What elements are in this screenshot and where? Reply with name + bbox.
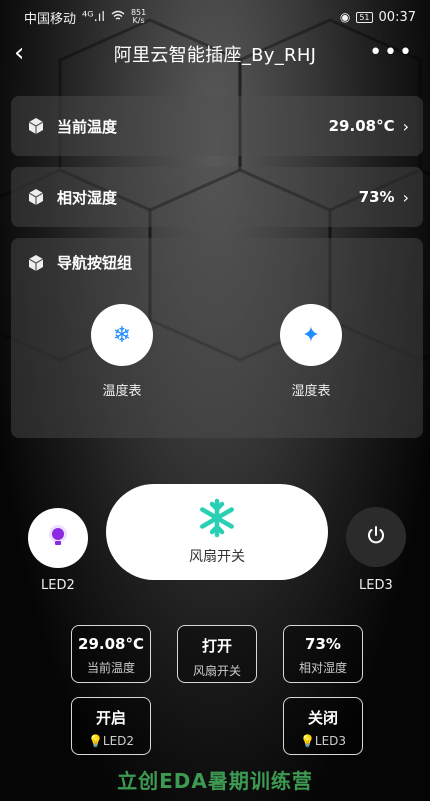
- humidity-chart-button[interactable]: ✦ 湿度表: [251, 304, 371, 399]
- humidity-tile: 73% 相对湿度: [283, 625, 363, 683]
- temperature-tile: 29.08°C 当前温度: [71, 625, 151, 683]
- led2-label: LED2: [41, 578, 75, 593]
- battery-icon: 51: [356, 11, 373, 23]
- clock: 00:37: [378, 9, 416, 25]
- humidity-chart-label: 湿度表: [291, 384, 331, 399]
- fan-status-tile: 打开 风扇开关: [177, 625, 257, 683]
- led2-toggle[interactable]: [28, 508, 88, 568]
- temperature-chart-button[interactable]: ❄ 温度表: [62, 304, 182, 399]
- bulb-icon: [47, 524, 69, 552]
- fan-switch-button[interactable]: 风扇开关: [106, 484, 328, 580]
- led3-label: LED3: [359, 578, 393, 593]
- chevron-right-icon: ›: [402, 187, 409, 207]
- status-bar: 中国移动 ⁴ᴳ.ıl 851 K/s ◉ 51 00:37: [0, 0, 430, 34]
- power-icon: [365, 524, 387, 550]
- temperature-card[interactable]: 当前温度 29.08°C ›: [11, 96, 423, 156]
- sparkle-icon: ✦: [280, 304, 342, 366]
- humidity-card[interactable]: 相对湿度 73% ›: [11, 167, 423, 227]
- bulb-icon: 💡: [299, 734, 315, 748]
- carrier-text: 中国移动: [24, 11, 77, 27]
- tile-humidity-label: 相对湿度: [298, 661, 347, 675]
- led3-toggle[interactable]: [346, 507, 406, 567]
- wifi-icon: [111, 10, 125, 25]
- footer-banner: 立创EDA暑期训练营: [117, 769, 313, 793]
- tile-fan-label: 风扇开关: [192, 664, 241, 678]
- tile-temperature-label: 当前温度: [86, 661, 135, 675]
- led2-on-label: LED2: [102, 734, 135, 748]
- snowflake-icon: ❄: [91, 304, 153, 366]
- led3-off-button[interactable]: 关闭 💡LED3: [283, 697, 363, 755]
- led2-on-text: 开启: [95, 709, 126, 727]
- bulb-icon: 💡: [87, 734, 103, 748]
- humidity-value: 73%: [358, 188, 395, 206]
- more-options-icon[interactable]: •••: [369, 40, 414, 65]
- led3-off-label: LED3: [314, 734, 347, 748]
- nav-button-group-card: 导航按钮组 ❄ 温度表 ✦ 湿度表: [11, 238, 423, 438]
- temperature-label: 当前温度: [57, 117, 118, 136]
- chevron-right-icon: ›: [402, 116, 409, 136]
- cube-icon: [27, 254, 45, 272]
- tile-temperature-value: 29.08°C: [78, 635, 144, 653]
- fan-switch-label: 风扇开关: [189, 549, 245, 565]
- eye-icon: ◉: [339, 10, 351, 24]
- network-speed: 851 K/s: [130, 8, 147, 25]
- tile-humidity-value: 73%: [305, 635, 341, 653]
- temperature-value: 29.08°C: [328, 117, 395, 135]
- signal-icon: ⁴ᴳ.ıl: [82, 9, 105, 25]
- humidity-label: 相对湿度: [57, 188, 118, 207]
- cube-icon: [27, 117, 45, 135]
- tile-fan-value: 打开: [201, 637, 232, 655]
- cube-icon: [27, 188, 45, 206]
- led2-on-button[interactable]: 开启 💡LED2: [71, 697, 151, 755]
- snowflake-icon: [106, 498, 328, 542]
- page-title: 阿里云智能插座_By_RHJ: [113, 45, 317, 66]
- back-icon[interactable]: ‹: [14, 38, 24, 68]
- led3-off-text: 关闭: [307, 709, 338, 727]
- nav-bar: ‹ 阿里云智能插座_By_RHJ •••: [0, 36, 430, 72]
- temperature-chart-label: 温度表: [102, 384, 142, 399]
- nav-group-label: 导航按钮组: [57, 254, 133, 272]
